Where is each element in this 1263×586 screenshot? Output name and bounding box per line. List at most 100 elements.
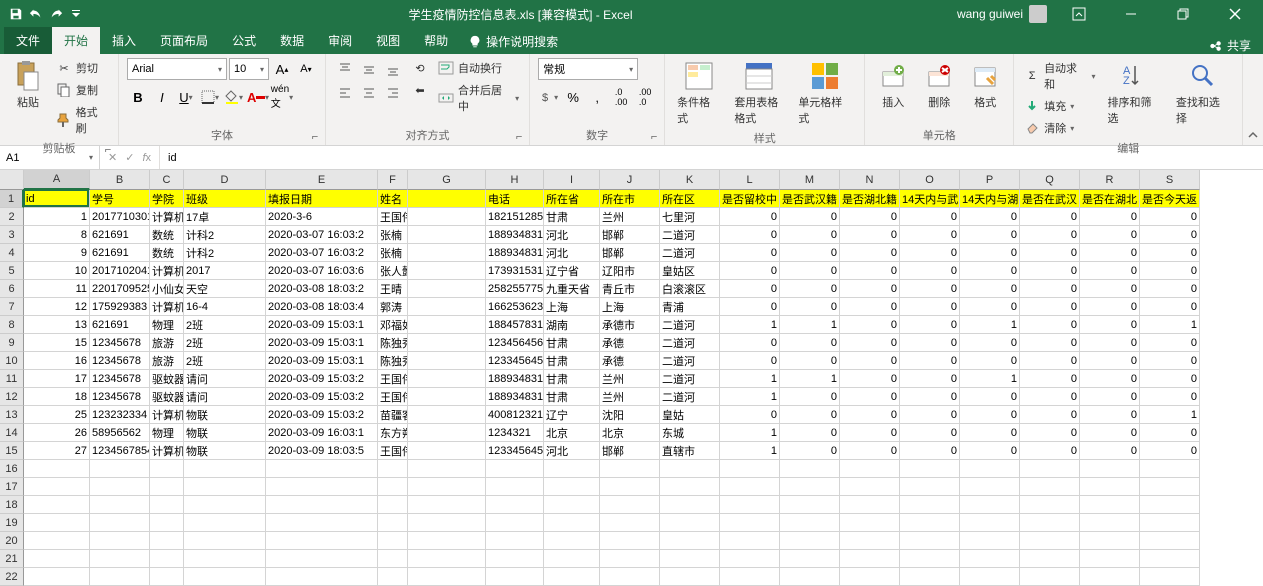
cell[interactable]: 二道河 bbox=[660, 370, 720, 388]
cell[interactable] bbox=[408, 550, 486, 568]
cell[interactable] bbox=[184, 532, 266, 550]
cell[interactable]: 0 bbox=[720, 352, 780, 370]
cell[interactable]: 0 bbox=[720, 334, 780, 352]
cell[interactable]: 是否今天返 bbox=[1140, 190, 1200, 208]
cell[interactable] bbox=[720, 496, 780, 514]
cell-styles-button[interactable]: 单元格样式 bbox=[794, 58, 856, 128]
cell[interactable]: 17 bbox=[24, 370, 90, 388]
cell[interactable] bbox=[960, 460, 1020, 478]
cell[interactable] bbox=[266, 496, 378, 514]
cell[interactable]: 物联 bbox=[184, 424, 266, 442]
cell[interactable]: 二道河 bbox=[660, 388, 720, 406]
cell[interactable] bbox=[408, 244, 486, 262]
col-header[interactable]: N bbox=[840, 170, 900, 190]
cell[interactable]: 承德 bbox=[600, 352, 660, 370]
cell[interactable]: 15 bbox=[24, 334, 90, 352]
cell[interactable]: 班级 bbox=[184, 190, 266, 208]
cell[interactable]: 175929383 bbox=[90, 298, 150, 316]
cell[interactable]: 20177103012 bbox=[90, 208, 150, 226]
cut-button[interactable]: ✂剪切 bbox=[54, 58, 110, 78]
cell[interactable]: 0 bbox=[780, 334, 840, 352]
col-header[interactable]: S bbox=[1140, 170, 1200, 190]
cell[interactable]: 0 bbox=[900, 226, 960, 244]
cell[interactable] bbox=[1140, 532, 1200, 550]
cell[interactable]: 12345678 bbox=[90, 370, 150, 388]
cell[interactable] bbox=[408, 478, 486, 496]
number-format-dropdown[interactable]: 常规▾ bbox=[538, 58, 638, 80]
tell-me-search[interactable]: 操作说明搜索 bbox=[460, 29, 566, 54]
cell[interactable]: 0 bbox=[1020, 280, 1080, 298]
cell[interactable]: 0 bbox=[900, 298, 960, 316]
cell[interactable] bbox=[378, 478, 408, 496]
cell[interactable] bbox=[150, 460, 184, 478]
cell[interactable] bbox=[184, 550, 266, 568]
cell[interactable]: 0 bbox=[840, 352, 900, 370]
cell[interactable] bbox=[780, 568, 840, 586]
cell[interactable]: 甘肃 bbox=[544, 208, 600, 226]
row-header[interactable]: 8 bbox=[0, 316, 24, 334]
ribbon-options-icon[interactable] bbox=[1059, 0, 1099, 28]
cell[interactable]: 18 bbox=[24, 388, 90, 406]
cell[interactable] bbox=[408, 496, 486, 514]
cell[interactable]: id bbox=[24, 190, 90, 208]
cell[interactable]: 0 bbox=[720, 406, 780, 424]
cell[interactable]: 0 bbox=[960, 226, 1020, 244]
cell[interactable]: 二道河 bbox=[660, 244, 720, 262]
cell[interactable]: 王国伟 bbox=[378, 370, 408, 388]
cell[interactable] bbox=[24, 496, 90, 514]
clipboard-launcher[interactable]: ⌐ bbox=[102, 144, 114, 156]
cell[interactable]: 17卓 bbox=[184, 208, 266, 226]
cell[interactable]: 0 bbox=[840, 334, 900, 352]
cell[interactable]: 188457831 bbox=[486, 316, 544, 334]
cell[interactable]: 10 bbox=[24, 262, 90, 280]
delete-cell-button[interactable]: 删除 bbox=[919, 58, 959, 112]
cell[interactable]: 0 bbox=[1020, 370, 1080, 388]
cell[interactable]: 0 bbox=[1020, 352, 1080, 370]
cell[interactable]: 姓名 bbox=[378, 190, 408, 208]
cell[interactable]: 王国伟 bbox=[378, 442, 408, 460]
cell[interactable]: 0 bbox=[900, 316, 960, 334]
cell[interactable]: 1 bbox=[720, 424, 780, 442]
cell[interactable]: 是否留校中 bbox=[720, 190, 780, 208]
cell[interactable] bbox=[408, 388, 486, 406]
cell[interactable]: 0 bbox=[1080, 298, 1140, 316]
cell[interactable] bbox=[184, 496, 266, 514]
fill-color-button[interactable]: ▾ bbox=[223, 86, 245, 108]
col-header[interactable]: M bbox=[780, 170, 840, 190]
cell[interactable] bbox=[266, 532, 378, 550]
table-format-button[interactable]: 套用表格格式 bbox=[730, 58, 788, 128]
cell[interactable] bbox=[720, 532, 780, 550]
cell[interactable]: 621691 bbox=[90, 316, 150, 334]
cell[interactable]: 9 bbox=[24, 244, 90, 262]
cell[interactable] bbox=[486, 568, 544, 586]
cell[interactable]: 东城 bbox=[660, 424, 720, 442]
col-header[interactable]: J bbox=[600, 170, 660, 190]
row-header[interactable]: 15 bbox=[0, 442, 24, 460]
cell[interactable] bbox=[840, 550, 900, 568]
cell[interactable]: 0 bbox=[840, 298, 900, 316]
cell[interactable] bbox=[150, 478, 184, 496]
cell[interactable]: 请问 bbox=[184, 388, 266, 406]
cell[interactable]: 0 bbox=[840, 226, 900, 244]
cell[interactable]: 27 bbox=[24, 442, 90, 460]
increase-font-button[interactable]: A▴ bbox=[271, 58, 293, 80]
cell[interactable]: 22017095252 bbox=[90, 280, 150, 298]
cell[interactable] bbox=[1140, 496, 1200, 514]
clear-button[interactable]: 清除▾ bbox=[1022, 118, 1097, 138]
cell[interactable]: 兰州 bbox=[600, 370, 660, 388]
cell[interactable]: 是否武汉籍 bbox=[780, 190, 840, 208]
cell[interactable]: 0 bbox=[960, 424, 1020, 442]
copy-button[interactable]: 复制 bbox=[54, 80, 110, 100]
bold-button[interactable]: B bbox=[127, 86, 149, 108]
cell[interactable]: 0 bbox=[780, 244, 840, 262]
cell[interactable] bbox=[1140, 460, 1200, 478]
cell[interactable] bbox=[90, 478, 150, 496]
cell[interactable]: 0 bbox=[720, 280, 780, 298]
align-right-button[interactable] bbox=[382, 82, 404, 104]
cell[interactable]: 0 bbox=[1080, 334, 1140, 352]
cell[interactable]: 0 bbox=[900, 406, 960, 424]
cell[interactable] bbox=[1020, 532, 1080, 550]
cell[interactable]: 123345645 bbox=[486, 442, 544, 460]
fill-button[interactable]: 填充▾ bbox=[1022, 96, 1097, 116]
cell[interactable]: 0 bbox=[1020, 226, 1080, 244]
